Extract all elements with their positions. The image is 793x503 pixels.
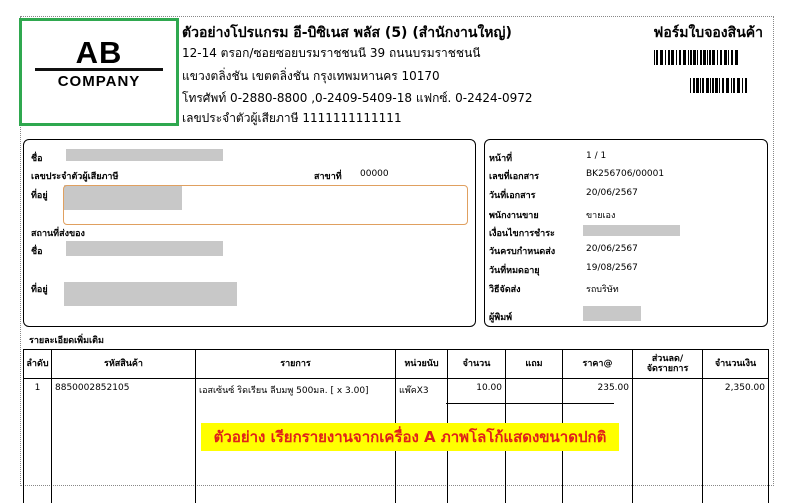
- col-qty: จำนวน: [448, 350, 506, 379]
- logo-text-top: AB: [22, 35, 176, 71]
- form-title: ฟอร์มใบจองสินค้า: [653, 22, 763, 44]
- col-code: รหัสสินค้า: [52, 350, 196, 379]
- company-logo: AB COMPANY: [19, 18, 179, 126]
- col-seq: ลำดับ: [24, 350, 52, 379]
- expire-date-label: วันที่หมดอายุ: [489, 263, 540, 277]
- cell-seq: 1: [24, 379, 52, 503]
- company-address-2: แขวงตลิ่งชัน เขตตลิ่งชัน กรุงเทพมหานคร 1…: [182, 67, 440, 86]
- doc-no-label: เลขที่เอกสาร: [489, 169, 539, 183]
- page-value: 1 / 1: [586, 151, 606, 161]
- cell-code: 8850002852105: [52, 379, 196, 503]
- company-name: ตัวอย่างโปรแกรม อี-บิซิเนส พลัส (5) (สำน…: [182, 22, 512, 44]
- redacted-ship-name: [66, 241, 223, 256]
- doc-no-value: BK256706/00001: [586, 169, 664, 179]
- ship-method-value: รถบริษัท: [586, 282, 619, 296]
- terms-label: เงื่อนไขการชำระ: [489, 226, 555, 240]
- company-phone: โทรศัพท์ 0-2880-8800 ,0-2409-5409-18 แฟก…: [182, 89, 532, 108]
- company-tax-id: เลขประจำตัวผู้เสียภาษี 1111111111111: [182, 109, 402, 128]
- branch-value: 00000: [360, 169, 389, 179]
- col-free: แถม: [506, 350, 563, 379]
- customer-address-label: ที่อยู่: [31, 188, 48, 202]
- col-amount: จำนวนเงิน: [703, 350, 769, 379]
- expire-date-value: 19/08/2567: [586, 263, 638, 273]
- due-date-value: 20/06/2567: [586, 244, 638, 254]
- redacted-terms: [583, 225, 680, 236]
- sample-banner: ตัวอย่าง เรียกรายงานจากเครื่อง A ภาพโลโก…: [201, 423, 619, 451]
- col-price: ราคา@: [563, 350, 633, 379]
- barcode-1: [654, 50, 764, 65]
- customer-tax-label: เลขประจำตัวผู้เสียภาษี: [31, 169, 118, 183]
- ship-name-label: ชื่อ: [31, 244, 43, 258]
- ship-address-label: ที่อยู่: [31, 282, 48, 296]
- page-label: หน้าที่: [489, 151, 512, 165]
- cell-amount: 2,350.00: [703, 379, 769, 503]
- col-description: รายการ: [196, 350, 396, 379]
- ship-method-label: วิธีจัดส่ง: [489, 282, 521, 296]
- barcode-2: [690, 78, 764, 93]
- doc-date-value: 20/06/2567: [586, 188, 638, 198]
- redacted-name: [66, 149, 223, 161]
- col-unit: หน่วยนับ: [396, 350, 448, 379]
- due-date-label: วันครบกำหนดส่ง: [489, 244, 555, 258]
- customer-name-label: ชื่อ: [31, 151, 43, 165]
- col-discount: ส่วนลด/ จัดรายการ: [633, 350, 703, 379]
- doc-date-label: วันที่เอกสาร: [489, 188, 535, 202]
- printer-label: ผู้พิมพ์: [489, 310, 512, 324]
- logo-divider: [35, 68, 163, 71]
- table-header-row: ลำดับ รหัสสินค้า รายการ หน่วยนับ จำนวน แ…: [24, 350, 769, 379]
- sales-label: พนักงานขาย: [489, 208, 539, 222]
- cell-discount: [633, 379, 703, 503]
- sales-value: ขายเอง: [586, 208, 615, 222]
- details-label: รายละเอียดเพิ่มเติม: [29, 333, 104, 347]
- branch-label: สาขาที่: [314, 169, 342, 183]
- subrow-line: [446, 403, 614, 404]
- logo-text-bottom: COMPANY: [22, 73, 176, 90]
- address-highlight: [63, 185, 468, 225]
- redacted-printer: [583, 306, 641, 321]
- redacted-ship-address: [64, 282, 237, 306]
- company-address-1: 12-14 ตรอก/ซอยซอยบรมราชชนนี 39 ถนนบรมราช…: [182, 44, 480, 63]
- ship-to-label: สถานที่ส่งของ: [31, 226, 85, 240]
